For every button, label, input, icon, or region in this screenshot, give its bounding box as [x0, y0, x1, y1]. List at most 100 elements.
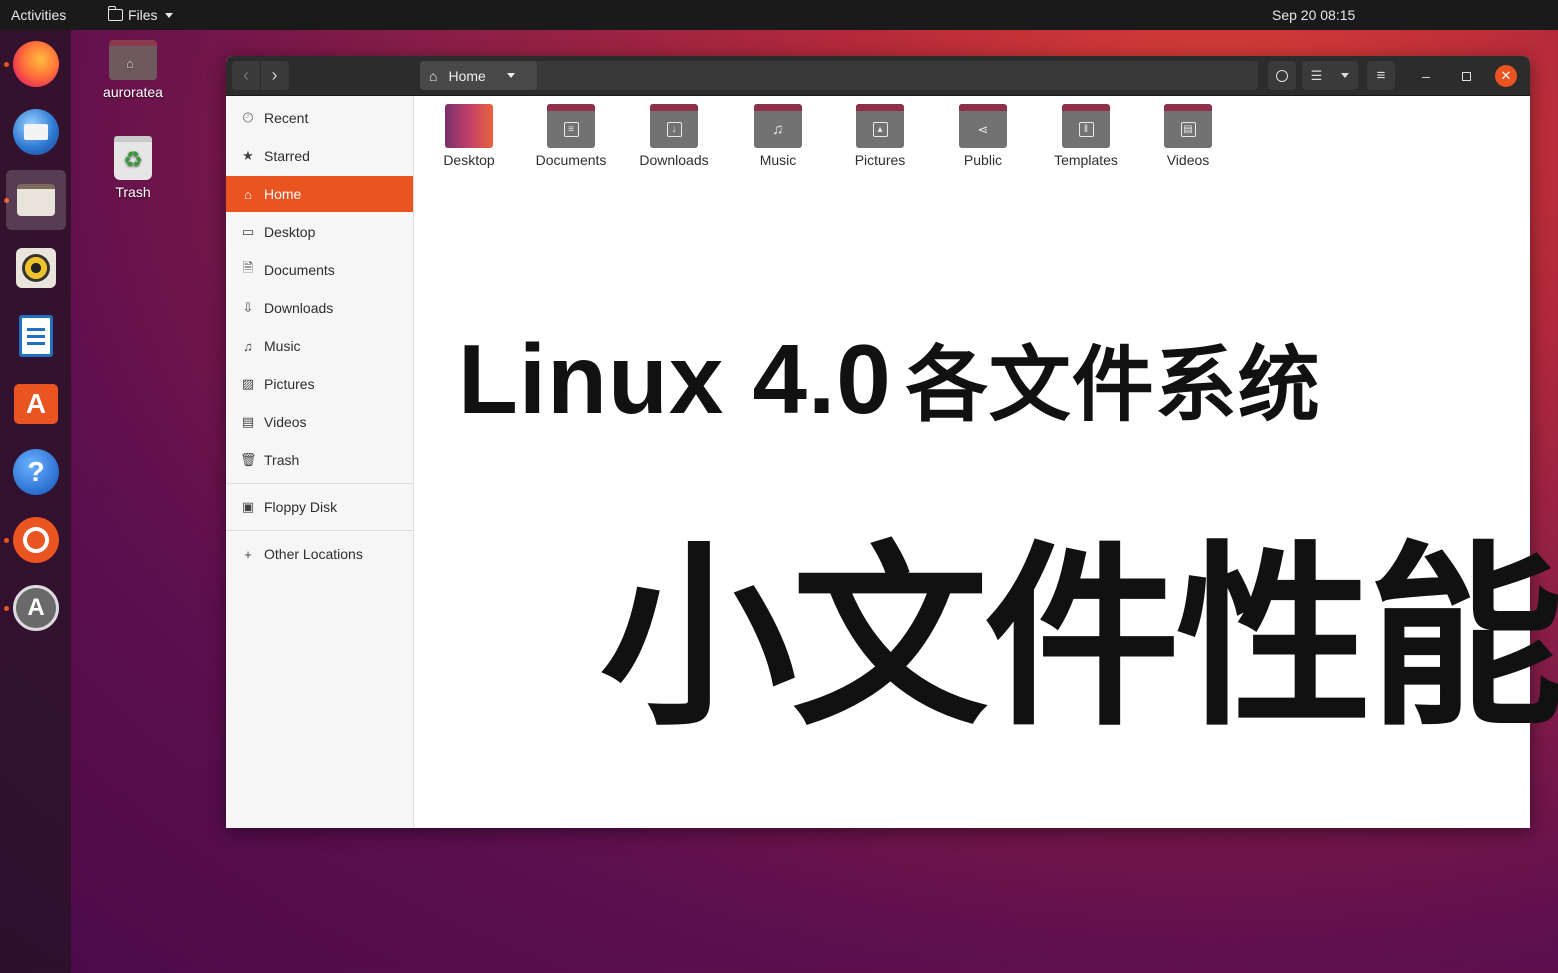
folder-videos[interactable]: ▤ Videos: [1142, 104, 1234, 168]
folder-label: Music: [759, 152, 797, 168]
trash-icon: 🗑︎: [240, 452, 257, 467]
sidebar-item-home[interactable]: ⌂ Home: [226, 176, 413, 212]
pictures-folder-icon: ▴: [856, 104, 904, 148]
view-toggle[interactable]: ☰: [1302, 61, 1358, 90]
folder-public[interactable]: ⋖ Public: [937, 104, 1029, 168]
sidebar-item-other-locations[interactable]: + Other Locations: [226, 536, 413, 572]
sidebar-item-label: Floppy Disk: [264, 499, 338, 515]
sidebar-separator: [226, 530, 413, 531]
sidebar-item-label: Starred: [264, 148, 310, 164]
share-folder-icon: ⋖: [959, 104, 1007, 148]
downloads-folder-icon: ↓: [650, 104, 698, 148]
sidebar-item-label: Documents: [264, 262, 335, 278]
close-button[interactable]: ✕: [1495, 65, 1517, 87]
download-icon: ⇩: [242, 300, 254, 315]
home-icon: ⌂: [429, 67, 438, 84]
dock-thunderbird[interactable]: [6, 102, 66, 162]
libreoffice-writer-icon: [19, 315, 53, 357]
desktop-folder-icon: [445, 104, 493, 148]
dock-rhythmbox[interactable]: [6, 238, 66, 298]
desktop-trash[interactable]: ♻ Trash: [88, 136, 178, 200]
sidebar-item-recent[interactable]: 🕘︎ Recent: [226, 100, 413, 136]
folder-label: Public: [963, 152, 1003, 168]
trash-icon: ♻: [114, 136, 152, 180]
dock-help[interactable]: ?: [6, 442, 66, 502]
ubuntu-icon: [13, 517, 59, 563]
maximize-button[interactable]: [1455, 65, 1477, 87]
sidebar-item-pictures[interactable]: ▨ Pictures: [226, 366, 413, 402]
back-button[interactable]: ‹: [232, 61, 260, 90]
app-menu[interactable]: Files: [107, 6, 173, 23]
menu-button[interactable]: ≡: [1367, 61, 1395, 90]
sidebar-item-floppy-disk[interactable]: ▣ Floppy Disk: [226, 489, 413, 525]
document-icon: 🗎︎: [242, 260, 254, 275]
sidebar-item-label: Trash: [264, 452, 300, 468]
music-note-icon: ♫: [243, 338, 253, 354]
caret-down-icon: [164, 12, 173, 18]
dock-libreoffice-writer[interactable]: [6, 306, 66, 366]
forward-button[interactable]: ›: [260, 61, 288, 90]
dock-software-updater[interactable]: A: [6, 578, 66, 638]
app-menu-label: Files: [128, 7, 158, 23]
star-icon: ★: [242, 148, 254, 163]
folder-templates[interactable]: ‖ Templates: [1040, 104, 1132, 168]
sidebar-item-desktop[interactable]: ▭ Desktop: [226, 214, 413, 250]
sidebar-item-documents[interactable]: 🗎︎ Documents: [226, 252, 413, 288]
overlay-title-latin: Linux 4.0: [458, 324, 892, 434]
desktop-home-folder[interactable]: ⌂ auroratea: [88, 40, 178, 100]
clock[interactable]: Sep 20 08:15: [1272, 7, 1355, 23]
files-icon: [17, 184, 55, 216]
sidebar-item-downloads[interactable]: ⇩ Downloads: [226, 290, 413, 326]
search-button[interactable]: [1268, 61, 1296, 90]
minimize-icon: –: [1422, 68, 1430, 84]
sidebar-item-label: Other Locations: [264, 546, 363, 562]
desktop-home-label: auroratea: [103, 84, 163, 100]
overlay-title-cjk: 各文件系统: [905, 340, 1321, 431]
plus-icon: +: [244, 546, 252, 562]
caret-down-icon: [506, 73, 515, 78]
film-icon: ▤: [241, 414, 255, 429]
overlay-title-line1: Linux 4.0 各文件系统: [458, 318, 1321, 437]
music-folder-icon: ♫: [754, 104, 802, 148]
close-icon: ✕: [1500, 68, 1512, 83]
firefox-icon: [13, 41, 59, 87]
videos-folder-icon: ▤: [1164, 104, 1212, 148]
dock-ubuntu[interactable]: [6, 510, 66, 570]
desktop-trash-label: Trash: [115, 184, 151, 200]
folder-desktop[interactable]: Desktop: [423, 104, 515, 168]
caret-down-icon: [1341, 73, 1350, 78]
dock: A ? A: [0, 30, 71, 973]
sidebar-item-music[interactable]: ♫ Music: [226, 328, 413, 364]
sidebar-item-label: Pictures: [264, 376, 315, 392]
desktop-icon: ▭: [241, 224, 255, 239]
folder-downloads[interactable]: ↓ Downloads: [628, 104, 720, 168]
hamburger-icon: ≡: [1376, 67, 1386, 84]
path-home-button[interactable]: ⌂ Home: [420, 61, 537, 90]
software-updater-icon: A: [13, 585, 59, 631]
software-center-icon: A: [14, 384, 58, 424]
sidebar-item-trash[interactable]: 🗑︎ Trash: [226, 442, 413, 478]
folder-label: Templates: [1054, 152, 1118, 168]
dock-firefox[interactable]: [6, 34, 66, 94]
maximize-icon: [1461, 71, 1471, 81]
sidebar: 🕘︎ Recent ★ Starred ⌂ Home ▭ Desktop 🗎︎ …: [226, 96, 414, 828]
folder-documents[interactable]: ≡ Documents: [525, 104, 617, 168]
sidebar-item-starred[interactable]: ★ Starred: [226, 138, 413, 174]
folder-icon: [107, 6, 123, 21]
picture-icon: ▨: [241, 376, 255, 391]
help-icon: ?: [13, 449, 59, 495]
sidebar-item-label: Music: [264, 338, 301, 354]
folder-label: Desktop: [443, 152, 495, 168]
sidebar-item-label: Home: [264, 186, 302, 202]
folder-pictures[interactable]: ▴ Pictures: [834, 104, 926, 168]
folder-music[interactable]: ♫ Music: [732, 104, 824, 168]
sidebar-item-videos[interactable]: ▤ Videos: [226, 404, 413, 440]
dock-files[interactable]: [6, 170, 66, 230]
nav-buttons: ‹ ›: [232, 61, 289, 90]
activities-button[interactable]: Activities: [11, 7, 66, 23]
minimize-button[interactable]: –: [1415, 65, 1437, 87]
list-view-icon: ☰: [1310, 67, 1323, 83]
overlay-title-line2: 小文件性能: [600, 529, 1558, 748]
home-icon: ⌂: [244, 186, 252, 202]
dock-software-center[interactable]: A: [6, 374, 66, 434]
